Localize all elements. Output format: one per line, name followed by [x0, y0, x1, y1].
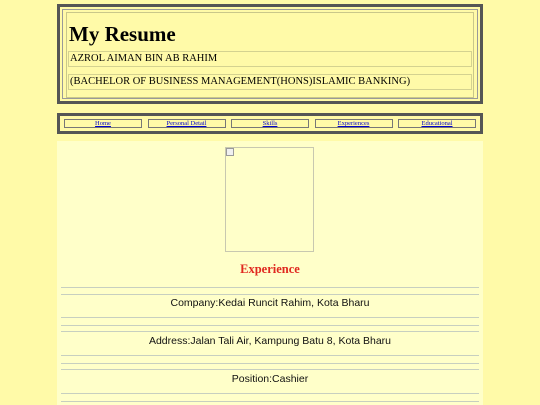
divider — [61, 363, 479, 364]
nav-link-experiences[interactable]: Experiences — [314, 119, 393, 128]
divider — [61, 401, 479, 402]
divider — [61, 287, 479, 288]
header-panel: My Resume AZROL AIMAN BIN AB RAHIM (BACH… — [57, 4, 483, 104]
divider — [61, 369, 479, 370]
nav-link-educational[interactable]: Educational — [398, 119, 476, 128]
profile-photo — [225, 147, 314, 252]
nav-link-personal-detail[interactable]: Personal Detail — [147, 119, 226, 128]
page: My Resume AZROL AIMAN BIN AB RAHIM (BACH… — [0, 0, 540, 405]
divider — [61, 331, 479, 332]
applicant-degree: (BACHELOR OF BUSINESS MANAGEMENT(HONS)IS… — [68, 74, 472, 90]
page-title: My Resume — [69, 22, 176, 46]
navigation-bar: Home Personal Detail Skills Experiences … — [57, 113, 483, 134]
divider — [61, 393, 479, 394]
divider — [61, 355, 479, 356]
divider — [61, 317, 479, 318]
experience-position: Position:Cashier — [231, 373, 309, 385]
applicant-name: AZROL AIMAN BIN AB RAHIM — [68, 51, 472, 67]
section-title: Experience — [240, 262, 300, 276]
nav-link-skills[interactable]: Skills — [231, 119, 309, 128]
divider — [61, 325, 479, 326]
main-content: Experience Company:Kedai Runcit Rahim, K… — [57, 141, 483, 405]
experience-address: Address:Jalan Tali Air, Kampung Batu 8, … — [148, 335, 392, 347]
divider — [61, 294, 479, 295]
experience-company: Company:Kedai Runcit Rahim, Kota Bharu — [170, 297, 370, 309]
nav-row: Home Personal Detail Skills Experiences … — [64, 119, 476, 128]
nav-link-home[interactable]: Home — [64, 119, 142, 128]
header-inner: My Resume AZROL AIMAN BIN AB RAHIM (BACH… — [66, 12, 474, 98]
broken-image-icon — [226, 148, 234, 156]
